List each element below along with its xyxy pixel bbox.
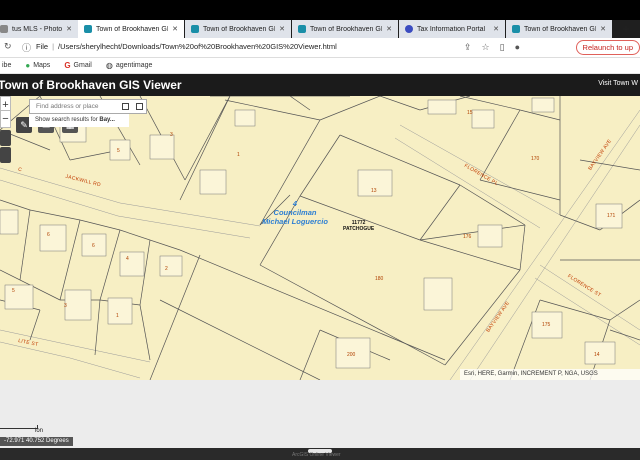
- parcel-label: 2: [165, 266, 168, 272]
- scheme-label: File: [36, 42, 49, 51]
- zip-place: PATCHOGUE: [343, 226, 375, 232]
- search-suggestion[interactable]: Show search results for Bay...: [29, 114, 129, 127]
- tab-favicon: [298, 25, 306, 33]
- home-button[interactable]: [0, 130, 11, 146]
- close-icon[interactable]: ✕: [168, 25, 178, 33]
- close-icon[interactable]: ✕: [382, 25, 392, 33]
- parcel-map-svg: [0, 96, 640, 380]
- tab-favicon: [0, 25, 8, 33]
- bookmark-item[interactable]: ibe: [2, 62, 11, 69]
- parcel-label: 1: [116, 313, 119, 319]
- district-title: Councilman: [273, 208, 317, 217]
- page-title: Town of Brookhaven GIS Viewer: [0, 78, 182, 92]
- new-tab-button[interactable]: +: [618, 21, 634, 37]
- zoom-out-button[interactable]: −: [0, 110, 11, 128]
- info-icon[interactable]: ⓘ: [22, 41, 31, 54]
- gmail-icon: G: [64, 61, 71, 70]
- sidebar-icon[interactable]: ▯: [500, 42, 505, 53]
- parcel-label: 5: [117, 148, 120, 154]
- close-icon[interactable]: ✕: [275, 25, 285, 33]
- parcel-label: 175: [542, 322, 551, 328]
- search-placeholder: Find address or place: [36, 103, 99, 110]
- bookmark-gmail[interactable]: G Gmail: [64, 61, 92, 70]
- profile-icon[interactable]: ●: [515, 42, 520, 53]
- tab-favicon: [512, 25, 520, 33]
- address-actions: ⇪ ☆ ▯ ●: [464, 42, 520, 53]
- scale-bar: [0, 425, 38, 429]
- parcel-label: 3: [170, 132, 173, 138]
- url-text: /Users/sherylhecht/Downloads/Town%20of%2…: [58, 42, 337, 51]
- parcel-label: 14: [594, 352, 600, 358]
- close-icon[interactable]: ✕: [62, 25, 72, 33]
- url-field[interactable]: File | /Users/sherylhecht/Downloads/Town…: [36, 42, 337, 51]
- parcel-label: 200: [347, 352, 356, 358]
- parcel-label: 6: [47, 232, 50, 238]
- bookmark-agentimage[interactable]: ◍ agentimage: [106, 61, 153, 70]
- parcel-label: 176: [463, 234, 472, 240]
- map-view[interactable]: C JACKWILL RD FLORENCE PL BAYVIEW AVE BA…: [0, 96, 640, 380]
- district-councilman: Michael Loguercio: [262, 217, 328, 226]
- bookmarks-bar: ibe ● Maps G Gmail ◍ agentimage: [0, 58, 640, 74]
- parcel-label: 5: [12, 288, 15, 294]
- locate-button[interactable]: [0, 147, 11, 163]
- parcel-label: 13: [371, 188, 377, 194]
- bottom-panel-bar: ArcGIS Online Viewer: [0, 448, 640, 460]
- address-bar: ↻ ⓘ File | /Users/sherylhecht/Downloads/…: [0, 38, 640, 58]
- bookmark-maps[interactable]: ● Maps: [25, 61, 50, 70]
- parcel-label: 1: [237, 152, 240, 158]
- tab-brookhaven-gis-4[interactable]: Town of Brookhaven GIS V ✕: [506, 20, 612, 38]
- search-submit-icon[interactable]: [136, 103, 143, 110]
- visit-town-link[interactable]: Visit Town W: [598, 80, 638, 87]
- tab-favicon: [84, 25, 92, 33]
- zip-label: 11772 PATCHOGUE: [343, 220, 374, 232]
- tab-mls-photos[interactable]: tus MLS - Photos - No ✕: [0, 20, 78, 38]
- tab-tax-portal[interactable]: Tax Information Portal ✕: [399, 20, 505, 38]
- app-header: Town of Brookhaven GIS Viewer Visit Town…: [0, 74, 640, 96]
- scale-label: ion: [35, 428, 44, 434]
- building: [427, 99, 457, 115]
- parcel-label: 171: [607, 213, 616, 219]
- tab-brookhaven-gis-1[interactable]: Town of Brookhaven GIS V ✕: [78, 20, 184, 38]
- parcel-label: 6: [92, 243, 95, 249]
- map-pin-icon: ●: [25, 61, 31, 70]
- close-icon[interactable]: ✕: [489, 25, 499, 33]
- bookmark-star-icon[interactable]: ☆: [482, 42, 490, 53]
- window-top-bar: [0, 0, 640, 20]
- reload-icon[interactable]: ↻: [4, 41, 12, 52]
- map-attribution: Esri, HERE, Garmin, INCREMENT P, NGA, US…: [460, 369, 640, 380]
- parcel-label: 170: [531, 156, 540, 162]
- parcel-label: 180: [375, 276, 384, 282]
- search-input[interactable]: Find address or place: [29, 99, 147, 114]
- tab-favicon: [191, 25, 199, 33]
- tab-favicon: [405, 25, 413, 33]
- parcel-label: 15: [467, 110, 473, 116]
- parcel-label: 4: [126, 256, 129, 262]
- clear-search-icon[interactable]: [122, 103, 129, 110]
- browser-tab-strip: tus MLS - Photos - No ✕ Town of Brookhav…: [0, 0, 640, 38]
- tab-brookhaven-gis-3[interactable]: Town of Brookhaven GIS V ✕: [292, 20, 398, 38]
- relaunch-button[interactable]: Relaunch to up: [575, 40, 640, 55]
- parcel-label: 3: [64, 303, 67, 309]
- tab-brookhaven-gis-2[interactable]: Town of Brookhaven GIS V ✕: [185, 20, 291, 38]
- globe-icon: ◍: [105, 61, 113, 70]
- share-icon[interactable]: ⇪: [464, 42, 472, 53]
- council-district-label: 4 Councilman Michael Loguercio: [255, 199, 335, 226]
- map-footer-area: [0, 380, 640, 448]
- bottom-panel-text: ArcGIS Online Viewer: [292, 452, 341, 458]
- close-icon[interactable]: ✕: [596, 25, 606, 33]
- coordinate-readout: -72.971 40.752 Degrees: [0, 437, 73, 446]
- url-separator: |: [52, 42, 55, 51]
- district-number: 4: [292, 199, 298, 208]
